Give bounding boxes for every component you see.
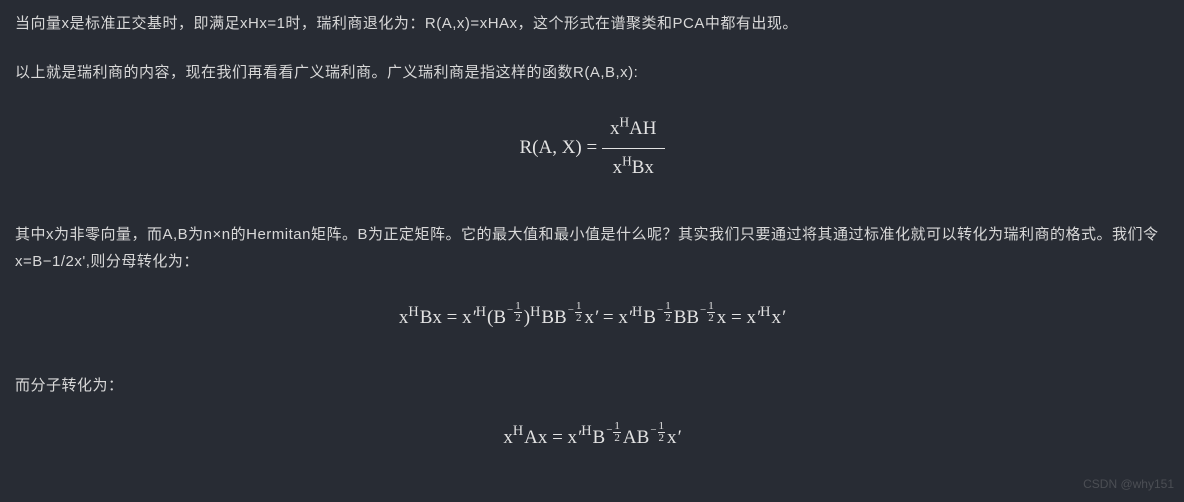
equation-1-denominator: xHBx <box>602 149 665 185</box>
paragraph-1: 当向量x是标准正交基时，即满足xHx=1时，瑞利商退化为：R(A,x)=xHAx… <box>15 10 1169 37</box>
equation-2: xHBx = x′H(B−12)HBB−12x′ = x′HB−12BB−12x… <box>15 301 1169 335</box>
paragraph-4: 而分子转化为： <box>15 372 1169 399</box>
equation-1-lhs: R(A, X) = <box>519 137 602 158</box>
paragraph-2: 以上就是瑞利商的内容，现在我们再看看广义瑞利商。广义瑞利商是指这样的函数R(A,… <box>15 59 1169 86</box>
equation-1: R(A, X) = xHAH xHBx <box>15 112 1169 185</box>
equation-1-numerator: xHAH <box>602 112 665 149</box>
equation-3: xHAx = x′HB−12AB−12x′ <box>15 421 1169 455</box>
equation-1-fraction: xHAH xHBx <box>602 112 665 185</box>
paragraph-3: 其中x为非零向量，而A,B为n×n的Hermitan矩阵。B为正定矩阵。它的最大… <box>15 221 1169 275</box>
watermark: CSDN @why151 <box>1083 474 1174 496</box>
